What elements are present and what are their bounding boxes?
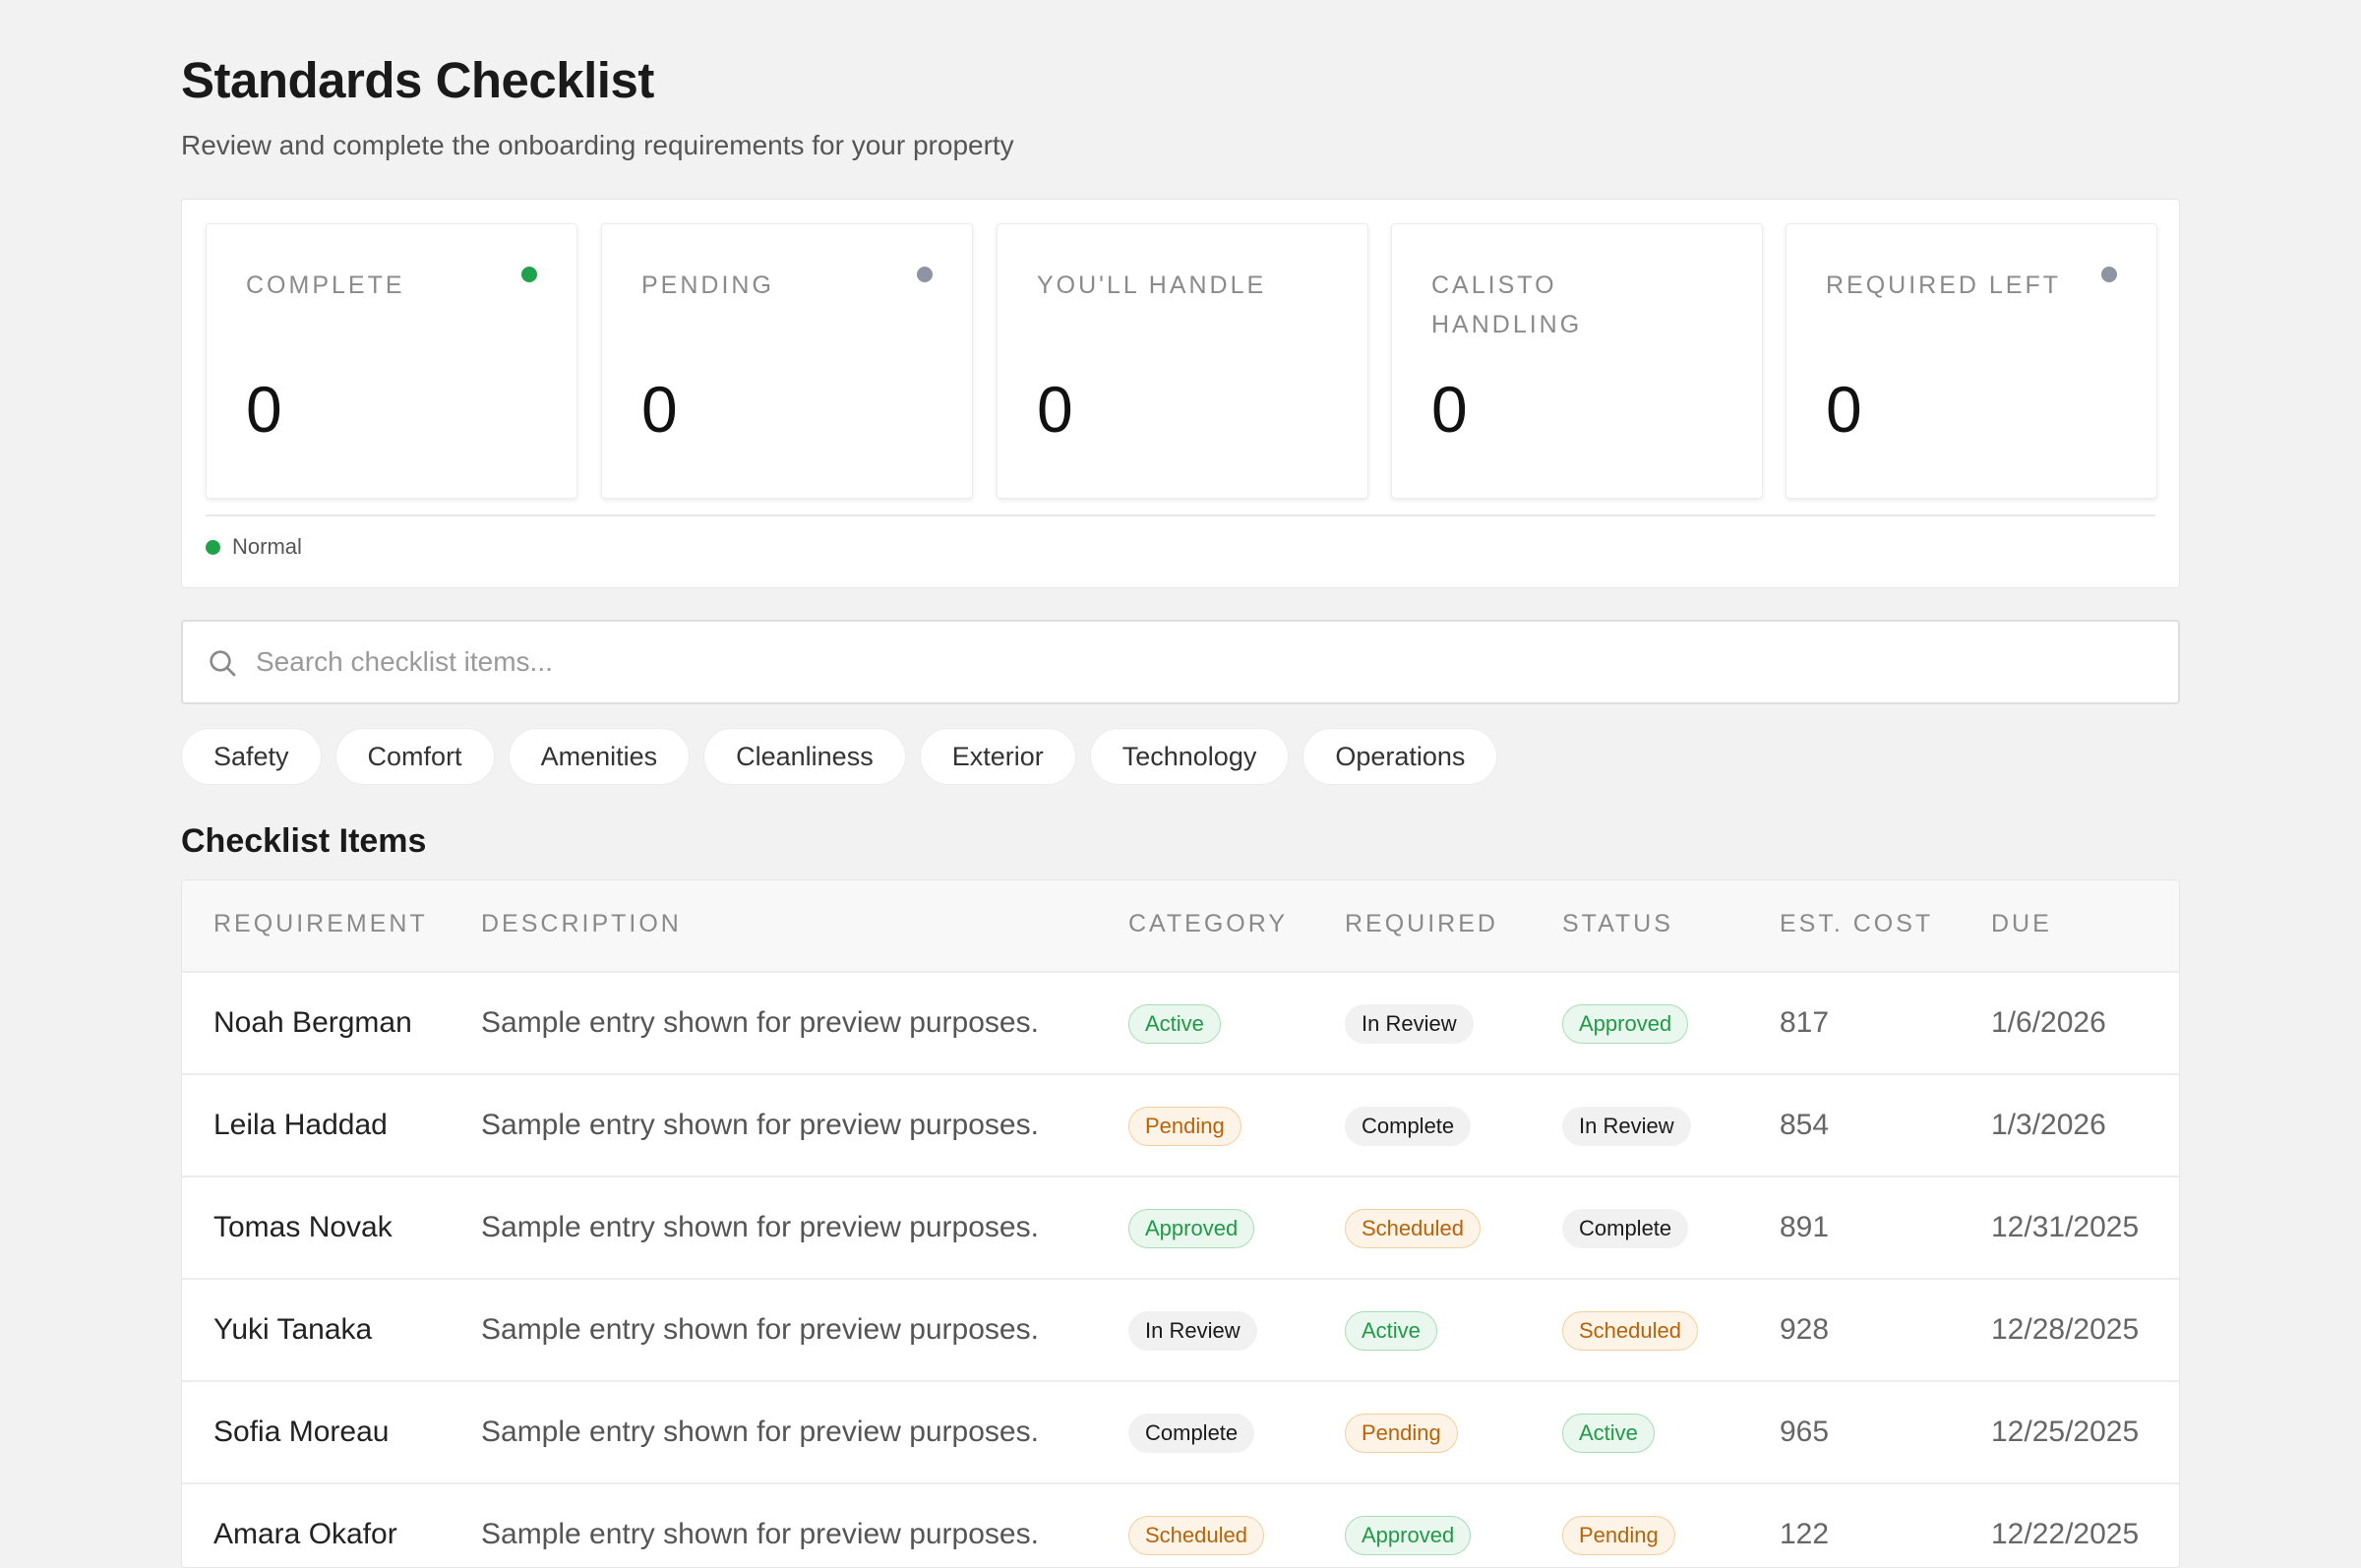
stat-value: 0 <box>246 373 282 446</box>
status-dot-icon <box>521 267 537 282</box>
required-badge: Active <box>1345 1311 1437 1351</box>
filter-chip-technology[interactable]: Technology <box>1089 728 1290 785</box>
table-row[interactable]: Tomas Novak Sample entry shown for previe… <box>182 1176 2179 1278</box>
est-cost-cell: 965 <box>1780 1416 1830 1448</box>
description-cell: Sample entry shown for preview purposes. <box>481 1109 1039 1141</box>
category-badge: Active <box>1128 1004 1221 1044</box>
filter-chip-operations[interactable]: Operations <box>1302 728 1498 785</box>
table-header: REQUIREMENT DESCRIPTION CATEGORY REQUIRE… <box>182 880 2179 971</box>
panel-divider <box>206 514 2155 516</box>
status-badge: Complete <box>1562 1209 1689 1248</box>
requirement-cell: Tomas Novak <box>213 1211 393 1243</box>
section-title: Checklist Items <box>181 822 427 860</box>
due-date-cell: 12/31/2025 <box>1991 1211 2140 1243</box>
stat-label: COMPLETE <box>246 271 405 299</box>
filter-chip-comfort[interactable]: Comfort <box>334 728 495 785</box>
est-cost-cell: 928 <box>1780 1313 1830 1346</box>
stat-value: 0 <box>1037 373 1073 446</box>
description-cell: Sample entry shown for preview purposes. <box>481 1211 1039 1243</box>
status-dot-icon <box>2101 267 2117 282</box>
status-badge: Scheduled <box>1562 1311 1698 1351</box>
est-cost-cell: 891 <box>1780 1211 1830 1243</box>
status-dot-icon <box>917 267 933 282</box>
search-box <box>181 620 2180 704</box>
requirement-cell: Leila Haddad <box>213 1109 388 1141</box>
filter-chip-amenities[interactable]: Amenities <box>508 728 691 785</box>
description-cell: Sample entry shown for preview purposes. <box>481 1006 1039 1039</box>
table-row[interactable]: Yuki Tanaka Sample entry shown for previe… <box>182 1278 2179 1380</box>
table-row[interactable]: Sofia Moreau Sample entry shown for previ… <box>182 1380 2179 1482</box>
search-icon <box>210 650 236 677</box>
stat-label: REQUIRED LEFT <box>1826 271 2062 299</box>
requirement-cell: Noah Bergman <box>213 1006 412 1039</box>
category-badge: In Review <box>1128 1311 1257 1351</box>
legend-label: Normal <box>232 534 302 559</box>
stat-label: PENDING <box>641 271 774 299</box>
stat-value: 0 <box>1826 373 1862 446</box>
stat-label: YOU'LL HANDLE <box>1037 271 1267 299</box>
due-date-cell: 12/25/2025 <box>1991 1416 2140 1448</box>
page-title: Standards Checklist <box>181 52 654 108</box>
column-header-requirement[interactable]: REQUIREMENT <box>213 910 428 938</box>
status-badge: Pending <box>1562 1516 1675 1555</box>
column-header-due[interactable]: DUE <box>1991 910 2052 938</box>
requirement-cell: Yuki Tanaka <box>213 1313 373 1346</box>
category-badge: Pending <box>1128 1107 1241 1146</box>
category-badge: Complete <box>1128 1414 1255 1453</box>
status-badge: Approved <box>1562 1004 1689 1044</box>
due-date-cell: 12/22/2025 <box>1991 1518 2140 1550</box>
legend-dot-icon <box>206 539 220 555</box>
stat-card-required-left: REQUIRED LEFT 0 <box>1786 223 2157 499</box>
required-badge: Scheduled <box>1345 1209 1481 1248</box>
requirement-cell: Amara Okafor <box>213 1518 397 1550</box>
required-badge: In Review <box>1345 1004 1474 1044</box>
due-date-cell: 12/28/2025 <box>1991 1313 2140 1346</box>
column-header-est-cost[interactable]: EST. COST <box>1780 910 1933 938</box>
due-date-cell: 1/6/2026 <box>1991 1006 2106 1039</box>
status-badge: Active <box>1562 1414 1655 1453</box>
table-row[interactable]: Noah Bergman Sample entry shown for previ… <box>182 971 2179 1073</box>
category-filter-chips: Safety Comfort Amenities Cleanliness Ext… <box>181 728 1498 785</box>
stat-label: CALISTO HANDLING <box>1431 271 1583 338</box>
stat-card-calisto-handling: CALISTO HANDLING 0 <box>1391 223 1763 499</box>
filter-chip-cleanliness[interactable]: Cleanliness <box>703 728 906 785</box>
stat-card-youll-handle: YOU'LL HANDLE 0 <box>997 223 1368 499</box>
page-subtitle: Review and complete the onboarding requi… <box>181 130 1014 160</box>
search-input[interactable] <box>256 632 2145 693</box>
status-badge: In Review <box>1562 1107 1691 1146</box>
required-badge: Approved <box>1345 1516 1472 1555</box>
stat-value: 0 <box>1431 373 1468 446</box>
required-badge: Complete <box>1345 1107 1472 1146</box>
column-header-status[interactable]: STATUS <box>1562 910 1673 938</box>
est-cost-cell: 817 <box>1780 1006 1830 1039</box>
stat-card-complete: COMPLETE 0 <box>206 223 577 499</box>
stat-card-pending: PENDING 0 <box>601 223 973 499</box>
filter-chip-exterior[interactable]: Exterior <box>919 728 1076 785</box>
stats-panel: COMPLETE 0 PENDING 0 YOU'LL HANDLE 0 CAL… <box>181 199 2180 588</box>
table-row[interactable]: Leila Haddad Sample entry shown for previ… <box>182 1073 2179 1176</box>
category-badge: Scheduled <box>1128 1516 1264 1555</box>
column-header-category[interactable]: CATEGORY <box>1128 910 1288 938</box>
est-cost-cell: 854 <box>1780 1109 1830 1141</box>
description-cell: Sample entry shown for preview purposes. <box>481 1313 1039 1346</box>
column-header-required[interactable]: REQUIRED <box>1345 910 1498 938</box>
due-date-cell: 1/3/2026 <box>1991 1109 2106 1141</box>
requirement-cell: Sofia Moreau <box>213 1416 390 1448</box>
est-cost-cell: 122 <box>1780 1518 1830 1550</box>
description-cell: Sample entry shown for preview purposes. <box>481 1518 1039 1550</box>
stat-value: 0 <box>641 373 678 446</box>
checklist-table: REQUIREMENT DESCRIPTION CATEGORY REQUIRE… <box>181 879 2180 1568</box>
column-header-description[interactable]: DESCRIPTION <box>481 910 682 938</box>
filter-chip-safety[interactable]: Safety <box>181 728 322 785</box>
category-badge: Approved <box>1128 1209 1255 1248</box>
legend: Normal <box>206 534 302 560</box>
table-row[interactable]: Amara Okafor Sample entry shown for previ… <box>182 1482 2179 1567</box>
required-badge: Pending <box>1345 1414 1458 1453</box>
description-cell: Sample entry shown for preview purposes. <box>481 1416 1039 1448</box>
